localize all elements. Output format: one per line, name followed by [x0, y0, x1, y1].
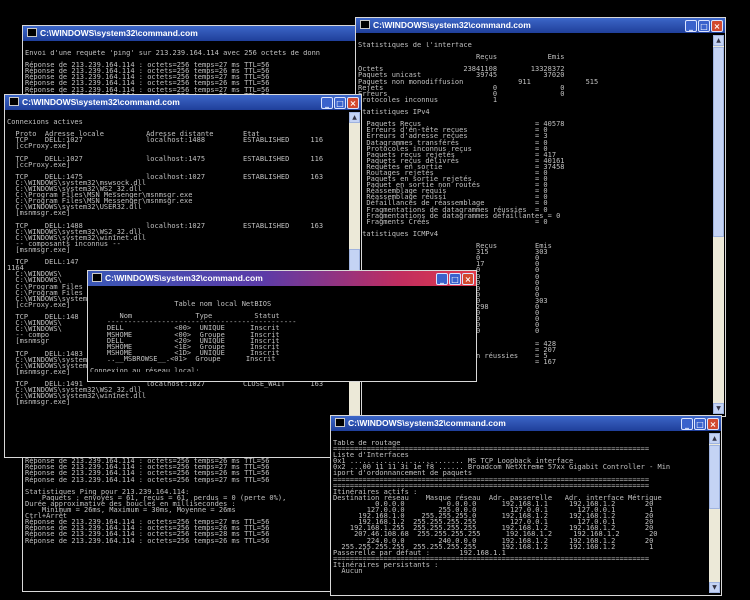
title-bar[interactable]: C:\WINDOWS\system32\command.com _□× [331, 416, 721, 431]
console-icon [92, 273, 102, 282]
console-line: Connexion au réseau local: [90, 367, 200, 372]
console-icon [27, 28, 37, 37]
window-title: C:\WINDOWS\system32\command.com [22, 97, 180, 107]
scroll-down-arrow-icon[interactable]: ▼ [709, 582, 720, 593]
title-bar[interactable]: C:\WINDOWS\system32\command.com _□× [5, 95, 361, 110]
vertical-scrollbar[interactable]: ▲▼ [713, 35, 724, 414]
window-title: C:\WINDOWS\system32\command.com [348, 418, 506, 428]
console-window-nbtstat[interactable]: C:\WINDOWS\system32\command.com _ □ × Tabl… [87, 270, 477, 382]
scroll-up-arrow-icon[interactable]: ▲ [349, 112, 360, 123]
console-output: Table de routage ========================… [333, 440, 707, 586]
minimize-button[interactable]: _ [685, 20, 697, 32]
window-title: C:\WINDOWS\system32\command.com [40, 28, 198, 38]
vertical-scrollbar[interactable]: ▲▼ [709, 433, 720, 593]
console-line: [msnmsgr.exe] [7, 398, 71, 407]
maximize-button[interactable]: □ [698, 20, 710, 32]
window-title: C:\WINDOWS\system32\command.com [373, 20, 531, 30]
console-icon [9, 97, 19, 106]
scroll-up-arrow-icon[interactable]: ▲ [713, 35, 724, 46]
minimize-button[interactable]: _ [681, 418, 693, 430]
scroll-thumb[interactable] [713, 47, 724, 237]
title-bar[interactable]: C:\WINDOWS\system32\command.com _□× [356, 18, 725, 33]
close-button[interactable]: × [711, 20, 723, 32]
console-output: Table nom local NetBIOS Nom Type Statut … [90, 295, 474, 372]
console-line: Aucun [333, 566, 363, 575]
close-button[interactable]: × [707, 418, 719, 430]
maximize-button[interactable]: □ [694, 418, 706, 430]
maximize-button[interactable]: □ [449, 273, 461, 285]
maximize-button[interactable]: □ [334, 97, 346, 109]
scroll-up-arrow-icon[interactable]: ▲ [709, 433, 720, 444]
minimize-button[interactable]: _ [436, 273, 448, 285]
close-button[interactable]: × [462, 273, 474, 285]
scroll-thumb[interactable] [709, 445, 720, 509]
window-title: C:\WINDOWS\system32\command.com [105, 273, 263, 283]
minimize-button[interactable]: _ [321, 97, 333, 109]
scroll-down-arrow-icon[interactable]: ▼ [713, 403, 724, 414]
title-bar[interactable]: C:\WINDOWS\system32\command.com _□× [88, 271, 476, 286]
console-window-route[interactable]: C:\WINDOWS\system32\command.com _ □ × Tabl… [330, 415, 722, 596]
console-icon [360, 20, 370, 29]
close-button[interactable]: × [347, 97, 359, 109]
console-icon [335, 418, 345, 427]
